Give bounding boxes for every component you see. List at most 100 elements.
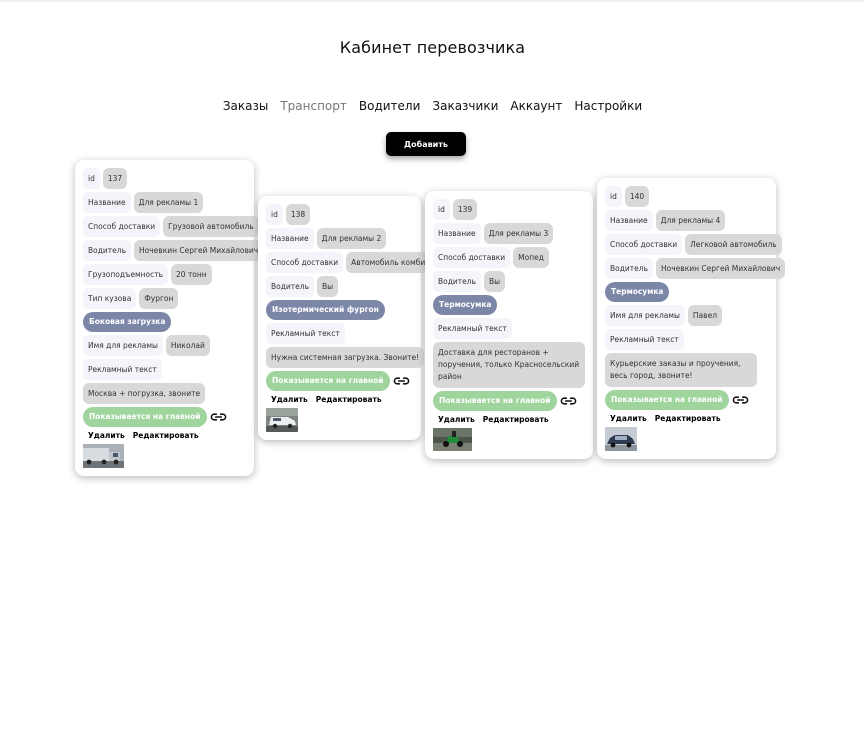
id-row: id 139 [433, 199, 586, 220]
ad-text-row: Курьерские заказы и проучения, весь горо… [605, 353, 769, 387]
shown-on-main-badge[interactable]: Показывается на главной [605, 390, 729, 410]
capacity-row: Грузоподъемность 20 тонн [83, 264, 247, 285]
name-row: Название Для рекламы 2 [266, 228, 414, 249]
id-row: id 138 [266, 204, 414, 225]
ad-text-label-row: Рекламный текст [433, 318, 586, 339]
shown-on-main-badge[interactable]: Показывается на главной [83, 407, 207, 427]
transport-card: id 139 Название Для рекламы 3 Способ дос… [425, 191, 593, 459]
nav-settings[interactable]: Настройки [574, 99, 642, 113]
transport-card: id 140 Название Для рекламы 4 Способ дос… [597, 178, 786, 459]
edit-button[interactable]: Редактировать [133, 431, 199, 440]
id-label: id [433, 199, 450, 220]
feature-tag: Боковая загрузка [83, 312, 172, 332]
id-label: id [83, 168, 100, 189]
driver-value: Вы [484, 271, 506, 292]
edit-button[interactable]: Редактировать [655, 414, 721, 423]
tag-row: Термосумка [433, 295, 586, 315]
shown-on-main-badge[interactable]: Показывается на главной [266, 371, 390, 391]
nav-drivers[interactable]: Водители [359, 99, 421, 113]
delivery-value: Легковой автомобиль [685, 234, 782, 255]
id-label: id [266, 204, 283, 225]
delivery-label: Способ доставки [266, 252, 344, 273]
driver-row: Водитель Ночевкин Сергей Михайлович [83, 240, 264, 261]
nav-customers[interactable]: Заказчики [432, 99, 498, 113]
ad-text-value: Москва + погрузка, звоните [83, 383, 206, 404]
ad-text-label: Рекламный текст [266, 323, 345, 344]
delete-button[interactable]: Удалить [271, 395, 308, 404]
link-icon[interactable] [560, 395, 577, 407]
ad-text-value: Доставка для ресторанов + поручения, тол… [433, 342, 585, 388]
ad-text-label: Рекламный текст [433, 318, 512, 339]
main-nav: Заказы Транспорт Водители Заказчики Акка… [0, 99, 865, 113]
name-row: Название Для рекламы 3 [433, 223, 586, 244]
ad-text-label: Рекламный текст [83, 359, 162, 380]
delivery-row: Способ доставки Мопед [433, 247, 586, 268]
ad-text-value: Курьерские заказы и проучения, весь горо… [605, 353, 757, 387]
name-value: Для рекламы 2 [316, 228, 387, 249]
delete-button[interactable]: Удалить [438, 415, 475, 424]
top-divider [0, 0, 865, 2]
add-button[interactable]: Добавить [386, 132, 466, 156]
nav-orders[interactable]: Заказы [223, 99, 269, 113]
van-image [266, 408, 298, 432]
shown-row: Показывается на главной [83, 407, 247, 427]
delete-button[interactable]: Удалить [88, 431, 125, 440]
delivery-row: Способ доставки Автомобиль комби [266, 252, 431, 273]
driver-label: Водитель [83, 240, 131, 261]
id-row: id 137 [83, 168, 247, 189]
transport-card: id 138 Название Для рекламы 2 Способ дос… [258, 196, 431, 440]
feature-tag: Термосумка [605, 282, 670, 302]
ad-text-label-row: Рекламный текст [83, 359, 247, 380]
delivery-value: Грузовой автомобиль [163, 216, 259, 237]
shown-on-main-badge[interactable]: Показывается на главной [433, 391, 557, 411]
body-type-label: Тип кузова [83, 288, 137, 309]
name-row: Название Для рекламы 1 [83, 192, 247, 213]
name-label: Название [266, 228, 314, 249]
driver-row: Водитель Ночевкин Сергей Михайлович [605, 258, 786, 279]
driver-label: Водитель [266, 276, 314, 297]
nav-transport[interactable]: Транспорт [280, 99, 347, 113]
driver-value: Ночевкин Сергей Михайлович [656, 258, 786, 279]
nav-account[interactable]: Аккаунт [510, 99, 562, 113]
ad-name-label: Имя для рекламы [605, 305, 685, 326]
name-label: Название [605, 210, 653, 231]
name-label: Название [83, 192, 131, 213]
delete-button[interactable]: Удалить [610, 414, 647, 423]
driver-row: Водитель Вы [433, 271, 586, 292]
ad-name-value: Павел [687, 305, 722, 326]
id-value: 140 [624, 186, 650, 207]
shown-row: Показывается на главной [605, 390, 769, 410]
edit-button[interactable]: Редактировать [316, 395, 382, 404]
body-type-row: Тип кузова Фургон [83, 288, 247, 309]
transport-card: id 137 Название Для рекламы 1 Способ дос… [75, 160, 264, 476]
driver-value: Вы [317, 276, 339, 297]
delivery-label: Способ доставки [83, 216, 161, 237]
driver-row: Водитель Вы [266, 276, 414, 297]
ad-text-row: Москва + погрузка, звоните [83, 383, 247, 404]
name-label: Название [433, 223, 481, 244]
id-label: id [605, 186, 622, 207]
tag-row: Термосумка [605, 282, 769, 302]
body-type-value: Фургон [139, 288, 179, 309]
ad-text-row: Доставка для ресторанов + поручения, тол… [433, 342, 586, 388]
delivery-row: Способ доставки Легковой автомобиль [605, 234, 782, 255]
ad-text-label-row: Рекламный текст [266, 323, 414, 344]
link-icon[interactable] [210, 411, 227, 423]
tag-row: Изотермический фургон [266, 300, 414, 320]
car-image [605, 427, 637, 451]
ad-name-row: Имя для рекламы Николай [83, 335, 247, 356]
ad-text-label-row: Рекламный текст [605, 329, 769, 350]
feature-tag: Изотермический фургон [266, 300, 385, 320]
card-actions: Удалить Редактировать [271, 395, 414, 404]
edit-button[interactable]: Редактировать [483, 415, 549, 424]
ad-text-value: Нужна системная загрузка. Звоните! [266, 347, 425, 368]
id-value: 137 [102, 168, 128, 189]
moped-image [433, 428, 472, 451]
driver-value: Ночевкин Сергей Михайлович [134, 240, 264, 261]
link-icon[interactable] [393, 375, 410, 387]
delivery-row: Способ доставки Грузовой автомобиль [83, 216, 259, 237]
link-icon[interactable] [732, 394, 749, 406]
truck-image [83, 444, 124, 468]
ad-name-row: Имя для рекламы Павел [605, 305, 769, 326]
name-value: Для рекламы 4 [655, 210, 726, 231]
